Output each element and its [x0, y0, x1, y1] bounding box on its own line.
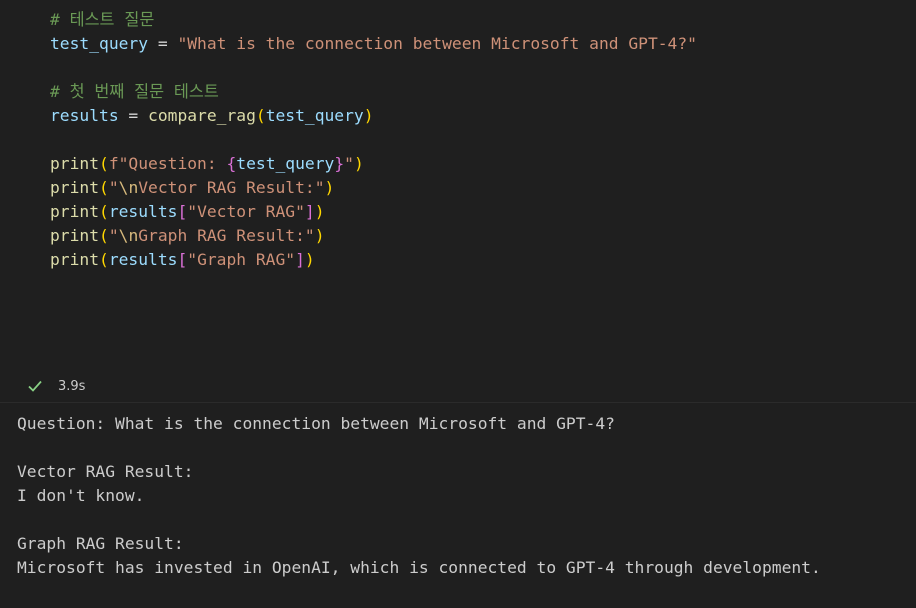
code-token: } [334, 154, 345, 173]
code-token: ( [99, 250, 109, 269]
output-line: Graph RAG Result: [17, 534, 184, 553]
code-token: \n [118, 178, 139, 197]
output-line: Vector RAG Result: [17, 462, 194, 481]
code-token: ) [363, 106, 374, 125]
code-token: "Graph RAG" [187, 250, 296, 269]
code-editor[interactable]: # 테스트 질문 test_query = "What is the connec… [50, 8, 697, 272]
cell-status-bar: 3.9s [26, 376, 85, 396]
code-token: test_query [236, 154, 335, 173]
code-token: " [108, 226, 119, 245]
code-token: print [50, 250, 100, 269]
code-token: Vector RAG Result:" [138, 178, 325, 197]
code-token: results [108, 250, 178, 269]
code-token: print [50, 226, 100, 245]
execution-time: 3.9s [58, 378, 86, 394]
code-token: ) [353, 154, 364, 173]
code-line[interactable]: print(results["Vector RAG"]) [50, 200, 697, 224]
code-line[interactable] [50, 128, 697, 152]
code-token: = [118, 106, 149, 125]
code-token: [ [177, 250, 188, 269]
code-line[interactable] [50, 56, 697, 80]
code-token: results [108, 202, 178, 221]
code-token: print [50, 178, 100, 197]
code-token: "Vector RAG" [187, 202, 305, 221]
output-line: I don't know. [17, 486, 145, 505]
code-token: Graph RAG Result:" [138, 226, 315, 245]
code-line[interactable]: print("\nVector RAG Result:") [50, 176, 697, 200]
cell-output: Question: What is the connection between… [17, 412, 821, 580]
code-token: ( [99, 202, 109, 221]
code-token: f"Question: [108, 154, 227, 173]
code-token: \n [118, 226, 139, 245]
code-token: print [50, 202, 100, 221]
code-token: test_query [265, 106, 364, 125]
code-token: ( [99, 226, 109, 245]
code-token: compare_rag [148, 106, 256, 125]
check-icon [28, 380, 42, 392]
code-token: # 테스트 질문 [50, 10, 155, 29]
code-token: [ [177, 202, 188, 221]
code-cell[interactable]: # 테스트 질문 test_query = "What is the connec… [0, 0, 916, 403]
code-line[interactable]: # 테스트 질문 [50, 8, 697, 32]
code-token: ] [304, 202, 315, 221]
code-line[interactable]: # 첫 번째 질문 테스트 [50, 80, 697, 104]
code-token: ) [324, 178, 335, 197]
code-line[interactable]: print("\nGraph RAG Result:") [50, 224, 697, 248]
code-line[interactable]: print(results["Graph RAG"]) [50, 248, 697, 272]
code-token: results [50, 106, 119, 125]
code-line[interactable]: print(f"Question: {test_query}") [50, 152, 697, 176]
code-token: ( [99, 154, 109, 173]
code-line[interactable]: test_query = "What is the connection bet… [50, 32, 697, 56]
code-token: " [344, 154, 354, 173]
output-line: Question: What is the connection between… [17, 414, 615, 433]
code-token: = [148, 34, 178, 53]
code-token: ] [295, 250, 305, 269]
code-token: ( [255, 106, 266, 125]
code-token: # 첫 번째 질문 테스트 [50, 82, 219, 101]
code-token: ( [99, 178, 109, 197]
code-token: print [50, 154, 100, 173]
code-token: ) [304, 250, 315, 269]
code-token: ) [314, 202, 325, 221]
code-token: " [108, 178, 119, 197]
code-token: { [226, 154, 237, 173]
code-token: ) [314, 226, 325, 245]
code-token: test_query [50, 34, 149, 53]
code-token: "What is the connection between Microsof… [177, 34, 697, 53]
code-line[interactable]: results = compare_rag(test_query) [50, 104, 697, 128]
output-line: Microsoft has invested in OpenAI, which … [17, 558, 821, 577]
